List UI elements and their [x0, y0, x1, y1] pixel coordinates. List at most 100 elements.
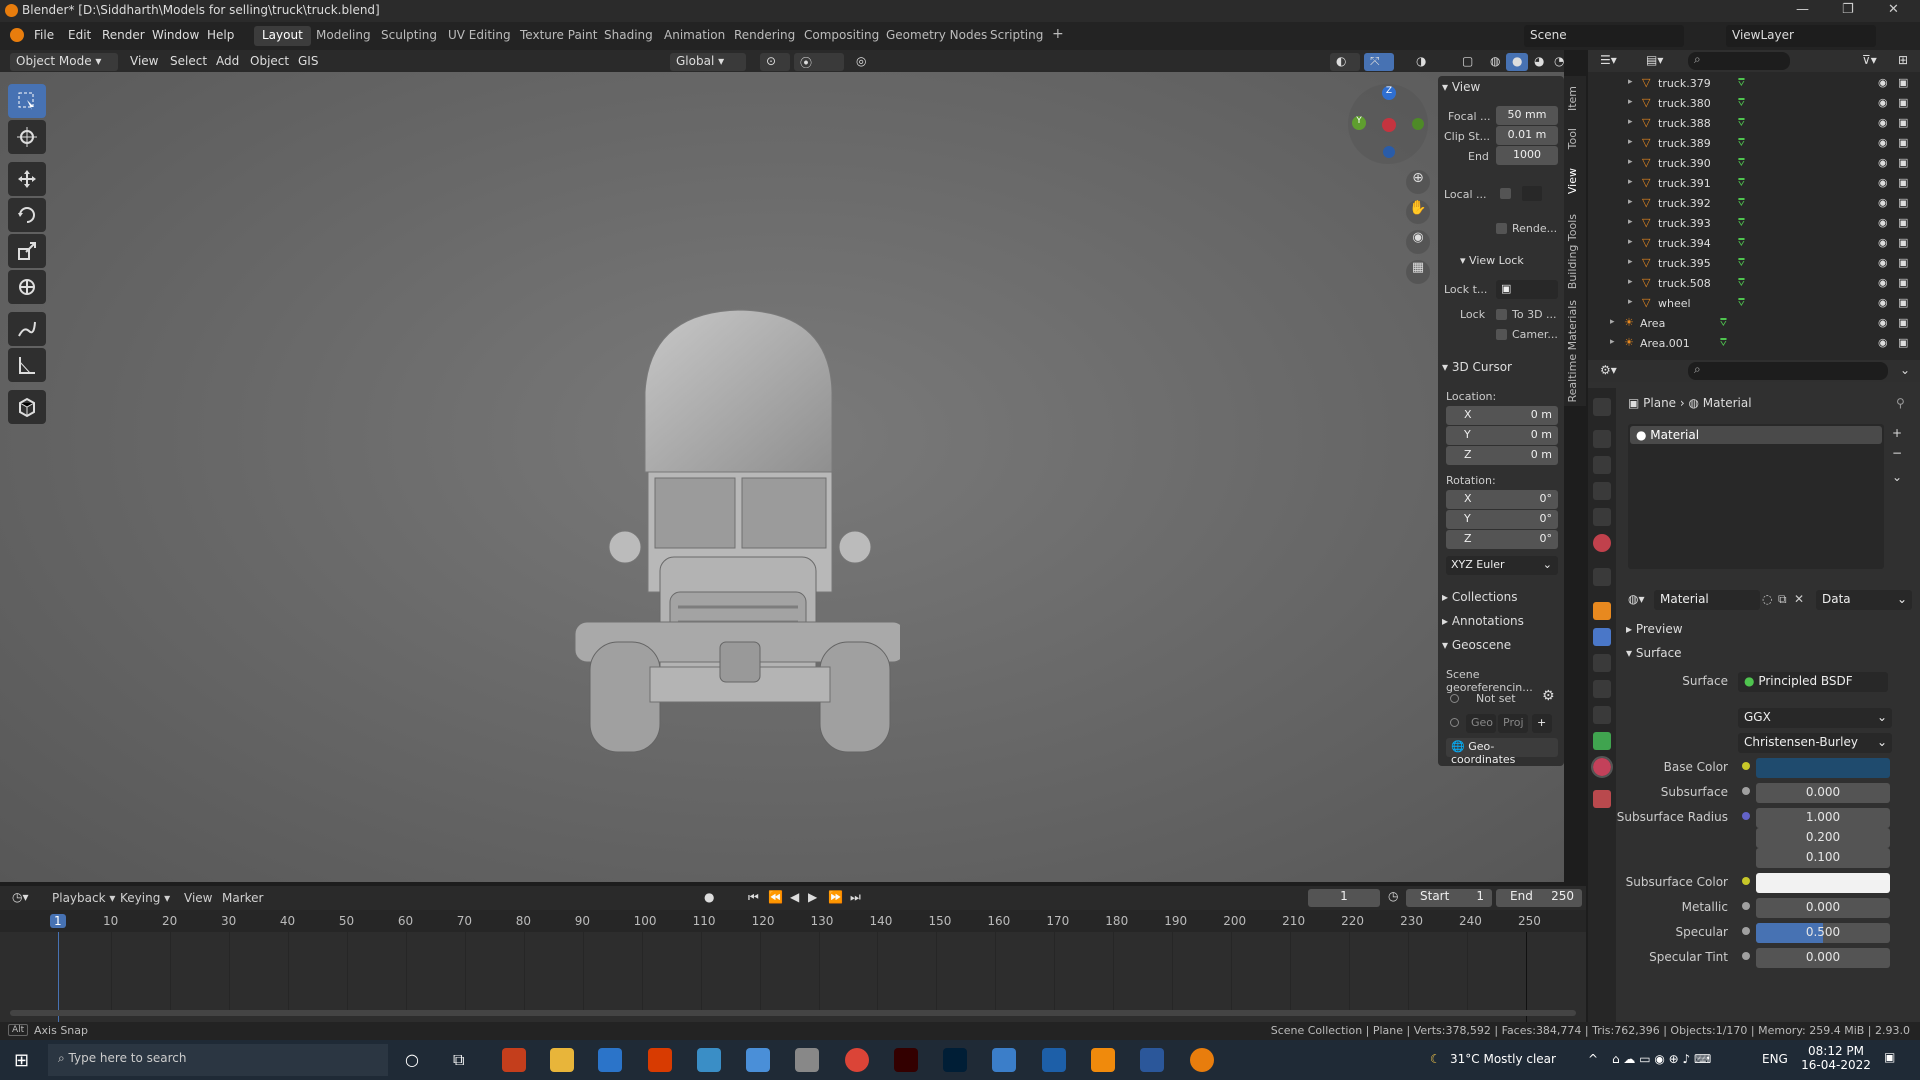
- menu-select[interactable]: Select: [164, 53, 213, 71]
- lock-to-object-field[interactable]: ▣: [1496, 280, 1558, 299]
- outliner-object-row[interactable]: ▸ ▽ truck.394 ⩢ ◉ ▣: [1588, 234, 1920, 254]
- material-name-field[interactable]: Material: [1654, 590, 1760, 610]
- camera-render-icon[interactable]: ▣: [1898, 296, 1908, 309]
- subsurface-radius-socket-icon[interactable]: [1742, 812, 1750, 820]
- tab-animation[interactable]: Animation: [656, 26, 733, 46]
- expand-arrow-icon[interactable]: ▸: [1628, 257, 1633, 267]
- camera-render-icon[interactable]: ▣: [1898, 216, 1908, 229]
- eye-icon[interactable]: ◉: [1878, 136, 1888, 149]
- eye-icon[interactable]: ◉: [1878, 256, 1888, 269]
- material-slot-item[interactable]: ● Material: [1630, 426, 1882, 444]
- preview-panel-header[interactable]: ▸ Preview: [1626, 622, 1683, 636]
- proj-button[interactable]: Proj: [1498, 714, 1528, 733]
- scene-selector[interactable]: Scene: [1524, 25, 1684, 47]
- tab-layout[interactable]: Layout: [254, 26, 311, 46]
- eye-icon[interactable]: ◉: [1878, 196, 1888, 209]
- mesh-data-icon[interactable]: ⩢: [1738, 216, 1745, 230]
- truck-model[interactable]: [560, 292, 900, 772]
- camera-view-icon[interactable]: ◉: [1406, 230, 1430, 254]
- texture-tab-icon[interactable]: [1593, 790, 1611, 808]
- blender-menu-icon[interactable]: [10, 28, 24, 42]
- specular-slider[interactable]: 0.500: [1756, 923, 1890, 943]
- properties-type-icon[interactable]: ⚙▾: [1600, 363, 1617, 377]
- outliner-search-input[interactable]: ⌕: [1688, 52, 1790, 70]
- navigation-gizmo[interactable]: Z Y: [1348, 84, 1428, 164]
- eye-icon[interactable]: ◉: [1878, 236, 1888, 249]
- constraints-tab-icon[interactable]: [1593, 706, 1611, 724]
- mesh-data-icon[interactable]: ⩢: [1738, 136, 1745, 150]
- app-icon-3[interactable]: [795, 1048, 819, 1072]
- playhead-frame-label[interactable]: 1: [50, 914, 66, 928]
- view-section-header[interactable]: ▾ View: [1442, 80, 1480, 94]
- specular-socket-icon[interactable]: [1742, 927, 1750, 935]
- camera-render-icon[interactable]: ▣: [1898, 76, 1908, 89]
- geo-coordinates-button[interactable]: 🌐 Geo-coordinates: [1446, 738, 1558, 766]
- restore-button[interactable]: ❐: [1842, 2, 1854, 17]
- eye-icon[interactable]: ◉: [1878, 296, 1888, 309]
- rotation-mode-dropdown[interactable]: XYZ Euler ⌄: [1446, 556, 1558, 575]
- jump-end-icon[interactable]: ⏭: [850, 890, 861, 905]
- eye-icon[interactable]: ◉: [1878, 76, 1888, 89]
- clock-icon[interactable]: ◷: [1388, 889, 1398, 903]
- expand-arrow-icon[interactable]: ▸: [1628, 297, 1633, 307]
- rotate-tool[interactable]: [8, 198, 46, 232]
- display-mode-icon[interactable]: ▤▾: [1646, 53, 1663, 67]
- metallic-socket-icon[interactable]: [1742, 902, 1750, 910]
- expand-arrow-icon[interactable]: ▸: [1628, 277, 1633, 287]
- camera-render-icon[interactable]: ▣: [1898, 316, 1908, 329]
- specular-tint-field[interactable]: 0.000: [1756, 948, 1890, 968]
- camera-render-icon[interactable]: ▣: [1898, 156, 1908, 169]
- eye-icon[interactable]: ◉: [1878, 316, 1888, 329]
- render-tab-icon[interactable]: [1593, 430, 1611, 448]
- expand-arrow-icon[interactable]: ▸: [1628, 157, 1633, 167]
- neg-z-axis-icon[interactable]: [1383, 146, 1395, 158]
- properties-search-input[interactable]: ⌕: [1688, 362, 1888, 380]
- neg-y-axis-icon[interactable]: [1412, 118, 1424, 130]
- prev-keyframe-icon[interactable]: ⏪: [768, 890, 783, 904]
- surface-shader-field[interactable]: ● Principled BSDF: [1738, 672, 1888, 692]
- powerpoint-icon[interactable]: [502, 1048, 526, 1072]
- mesh-data-icon[interactable]: ⩢: [1738, 116, 1745, 130]
- cursor-tool[interactable]: [8, 120, 46, 154]
- windows-start-icon[interactable]: ⊞: [14, 1050, 29, 1071]
- tab-texture-paint[interactable]: Texture Paint: [512, 26, 605, 46]
- outliner-object-row[interactable]: ▸ ▽ truck.393 ⩢ ◉ ▣: [1588, 214, 1920, 234]
- object-data-tab-icon[interactable]: [1593, 732, 1611, 750]
- outliner-object-row[interactable]: ▸ ▽ truck.380 ⩢ ◉ ▣: [1588, 94, 1920, 114]
- menu-keying[interactable]: Keying ▾: [120, 891, 170, 905]
- object-tab-icon[interactable]: [1593, 602, 1611, 620]
- expand-arrow-icon[interactable]: ▸: [1628, 97, 1633, 107]
- cortana-icon[interactable]: ○: [405, 1050, 419, 1069]
- scale-tool[interactable]: [8, 234, 46, 268]
- tray-icons[interactable]: ⌂ ☁ ▭ ◉ ⊕ ♪ ⌨: [1612, 1052, 1711, 1066]
- app-icon[interactable]: [697, 1048, 721, 1072]
- menu-add[interactable]: Add: [210, 53, 245, 71]
- current-frame-field[interactable]: 1: [1308, 889, 1380, 907]
- annotations-header[interactable]: ▸ Annotations: [1442, 614, 1524, 628]
- mesh-data-icon[interactable]: ⩢: [1738, 256, 1745, 270]
- clock[interactable]: 08:12 PM 16-04-2022: [1800, 1044, 1872, 1072]
- minimize-button[interactable]: —: [1796, 2, 1809, 17]
- editor-type-icon[interactable]: ◷▾: [12, 890, 29, 904]
- particles-tab-icon[interactable]: [1593, 654, 1611, 672]
- store-icon[interactable]: [598, 1048, 622, 1072]
- taskbar-search-input[interactable]: ⌕ Type here to search: [48, 1044, 388, 1076]
- menu-gis[interactable]: GIS: [292, 53, 324, 71]
- app-icon-4[interactable]: [992, 1048, 1016, 1072]
- expand-arrow-icon[interactable]: ▸: [1628, 77, 1633, 87]
- tab-sculpting[interactable]: Sculpting: [373, 26, 445, 46]
- mesh-data-icon[interactable]: ⩢: [1738, 296, 1745, 310]
- mesh-data-icon[interactable]: ⩢: [1738, 236, 1745, 250]
- add-workspace-icon[interactable]: +: [1044, 24, 1072, 44]
- show-hidden-icons[interactable]: ^: [1588, 1052, 1598, 1066]
- timeline-scrollbar[interactable]: [10, 1010, 1576, 1016]
- material-browse-icon[interactable]: ◍▾: [1628, 592, 1646, 610]
- eye-icon[interactable]: ◉: [1878, 276, 1888, 289]
- expand-arrow-icon[interactable]: ▸: [1628, 237, 1633, 247]
- mesh-data-icon[interactable]: ⩢: [1738, 76, 1745, 90]
- weather-icon[interactable]: ☾: [1430, 1052, 1441, 1066]
- camera-render-icon[interactable]: ▣: [1898, 176, 1908, 189]
- view-layer-tab-icon[interactable]: [1593, 482, 1611, 500]
- jump-start-icon[interactable]: ⏮: [748, 890, 759, 905]
- photoshop-icon[interactable]: [943, 1048, 967, 1072]
